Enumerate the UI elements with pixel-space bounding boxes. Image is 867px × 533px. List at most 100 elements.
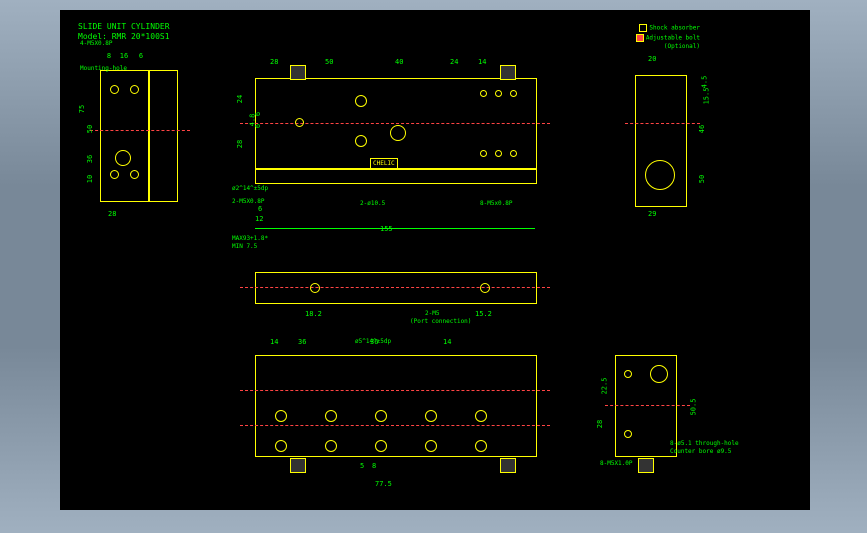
max-note: MAX93+1.8* xyxy=(232,235,268,242)
hole-icon xyxy=(480,150,487,157)
centerline-icon xyxy=(625,123,700,124)
shock-absorber-icon xyxy=(290,65,306,80)
port-conn-note: (Port connection) xyxy=(410,318,471,325)
hole-icon xyxy=(480,90,487,97)
dim-50: 50 xyxy=(86,125,94,133)
dim-28v: 28 xyxy=(236,140,244,148)
hole-icon xyxy=(475,440,487,452)
cbore-note: Counter bore ø9.5 xyxy=(670,448,731,455)
shock-absorber-icon xyxy=(500,65,516,80)
port-note: 2-M5 xyxy=(425,310,439,317)
centerline-icon xyxy=(605,405,690,406)
legend-bolt: Adjustable bolt xyxy=(636,34,700,42)
dim-16: 16 xyxy=(118,52,130,60)
dim-155: 15.5 xyxy=(702,88,710,105)
hole-note: 2-ø10.5 xyxy=(360,200,385,207)
hole-icon xyxy=(375,410,387,422)
dim-24v: 24 xyxy=(236,95,244,103)
brand-label: CHELIC xyxy=(370,158,398,169)
dim-6c: 6 xyxy=(258,205,262,213)
hole-icon xyxy=(510,90,517,97)
thread-note: 8-M5x0.8P xyxy=(480,200,513,207)
hole-icon xyxy=(495,150,502,157)
dim-152: 15.2 xyxy=(475,310,492,318)
centerline-icon xyxy=(90,130,190,131)
cad-canvas: SLIDE UNIT CYLINDER Model: RMR 20*100S1 … xyxy=(60,10,810,510)
dim-505: 50.5 xyxy=(689,399,697,416)
hole-icon xyxy=(325,410,337,422)
hole-icon xyxy=(375,440,387,452)
dim-28: 28 xyxy=(108,210,116,218)
dim-182: 18.2 xyxy=(305,310,322,318)
view-front-left-flange xyxy=(148,70,178,202)
hole-icon xyxy=(310,283,320,293)
dim-10: 10 xyxy=(86,175,94,183)
dim-40: 40 xyxy=(395,58,403,66)
hole-icon xyxy=(624,430,632,438)
hole-icon xyxy=(275,440,287,452)
hole-icon xyxy=(110,85,119,94)
dim-45: 4.5 xyxy=(700,76,708,89)
dim-775: 77.5 xyxy=(375,480,392,488)
centerline-icon xyxy=(240,390,550,391)
hole-icon xyxy=(425,410,437,422)
hole-icon xyxy=(425,440,437,452)
dim-29: 29 xyxy=(648,210,656,218)
hole-icon xyxy=(650,365,668,383)
dim-8: 8 xyxy=(372,462,376,470)
cb-note: ø5^14^±5dp xyxy=(355,338,391,345)
cb-note: ø2^14^±5dp xyxy=(232,185,268,192)
dim-75: 75 xyxy=(78,105,86,113)
dim-28: 28 xyxy=(596,420,604,428)
centerline-icon xyxy=(240,287,550,288)
dim-24: 24 xyxy=(450,58,458,66)
view-top-base xyxy=(255,168,537,184)
view-side-profile xyxy=(255,272,537,304)
legend-shock: Shock absorber xyxy=(639,24,700,32)
dim-155: 155 xyxy=(380,225,393,233)
dim-48: 4.8 xyxy=(248,114,256,127)
dim-46: 46 xyxy=(698,125,706,133)
hole-icon xyxy=(355,135,367,147)
centerline-icon xyxy=(240,123,550,124)
hole-icon xyxy=(110,170,119,179)
view-bottom xyxy=(255,355,537,457)
hole-icon xyxy=(275,410,287,422)
dim-20: 20 xyxy=(648,55,656,63)
drawing-title: SLIDE UNIT CYLINDER xyxy=(78,22,170,31)
hole-icon xyxy=(480,283,490,293)
hole-icon xyxy=(355,95,367,107)
dim-50: 50 xyxy=(325,58,333,66)
hole-icon xyxy=(495,90,502,97)
hole-icon xyxy=(295,118,304,127)
dim-line xyxy=(255,228,535,229)
mounting-note: Mounting-hole xyxy=(80,65,127,72)
dim-14: 14 xyxy=(478,58,486,66)
dim-28: 28 xyxy=(270,58,278,66)
dim-14a: 14 xyxy=(270,338,278,346)
dim-8: 8 xyxy=(103,52,115,60)
hole-icon xyxy=(390,125,406,141)
dim-14b: 14 xyxy=(443,338,451,346)
hole-icon xyxy=(624,370,632,378)
shock-absorber-icon xyxy=(500,458,516,473)
dim-12: 12 xyxy=(255,215,263,223)
hole-icon xyxy=(115,150,131,166)
legend-optional: (Optional) xyxy=(664,43,700,50)
shock-absorber-icon xyxy=(290,458,306,473)
dim-5: 5 xyxy=(360,462,364,470)
dim-6: 6 xyxy=(136,52,146,60)
hole-icon xyxy=(510,150,517,157)
centerline-icon xyxy=(240,425,550,426)
hole-icon xyxy=(130,170,139,179)
dim-36: 36 xyxy=(86,155,94,163)
view-front-left xyxy=(100,70,150,202)
min-note: MIN 7.5 xyxy=(232,243,257,250)
dim-225: 22.5 xyxy=(600,378,608,395)
thru-note: 8-ø5.1 through-hole xyxy=(670,440,739,447)
thread-note: 4-M5X0.8P xyxy=(80,40,113,47)
hole-icon xyxy=(130,85,139,94)
hole-icon xyxy=(325,440,337,452)
hole-icon xyxy=(475,410,487,422)
shock-absorber-icon xyxy=(638,458,654,473)
